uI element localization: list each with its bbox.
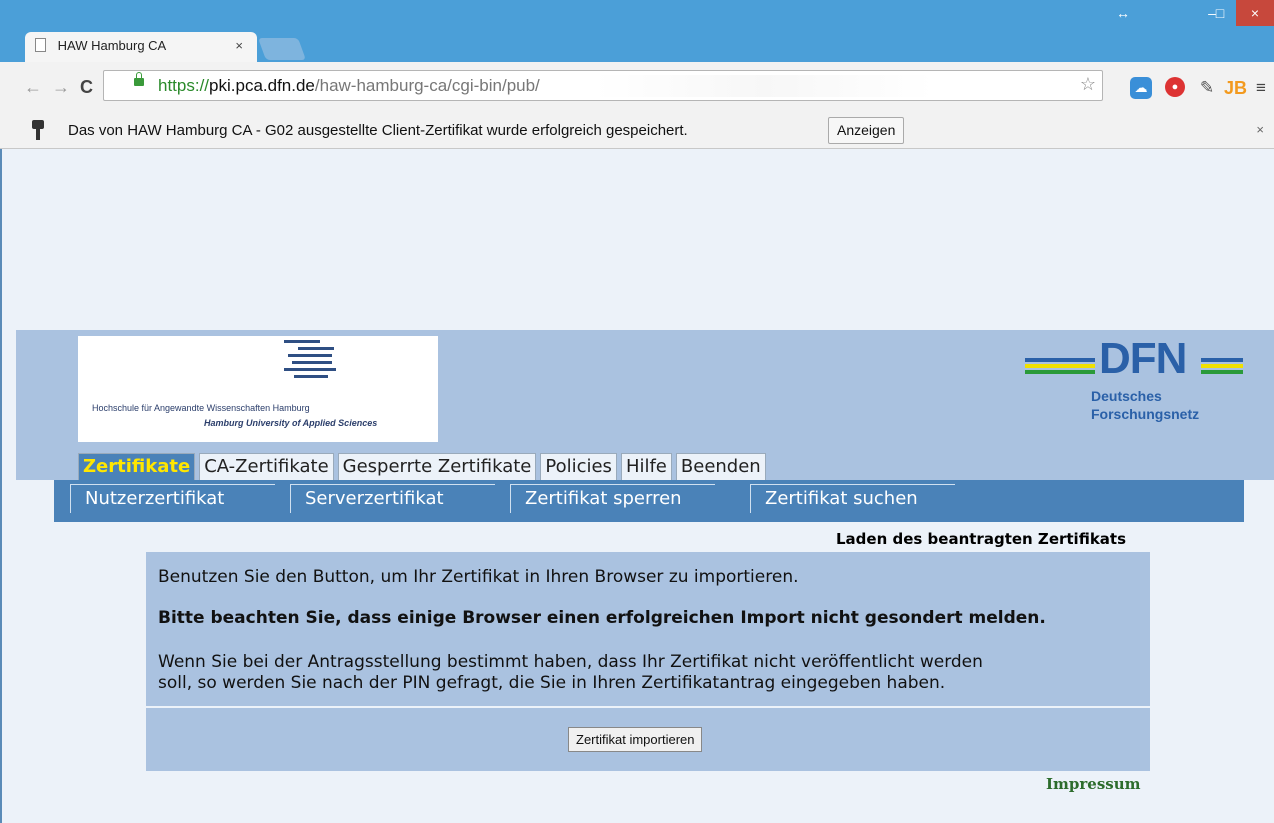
tab-hilfe[interactable]: Hilfe bbox=[620, 453, 672, 480]
main-tabs: Zertifikate CA-Zertifikate Gesperrte Zer… bbox=[78, 453, 770, 480]
dfn-logo: DFN Deutsches Forschungsnetz bbox=[1025, 334, 1245, 430]
subnav-serverzertifikat[interactable]: Serverzertifikat bbox=[290, 484, 495, 513]
tab-close-icon[interactable]: × bbox=[235, 38, 243, 53]
haw-name-de: Hochschule für Angewandte Wissenschaften… bbox=[92, 403, 310, 413]
infobar-close-icon[interactable]: × bbox=[1256, 122, 1264, 137]
haw-name-en: Hamburg University of Applied Sciences bbox=[204, 418, 378, 428]
menu-icon[interactable]: ≡ bbox=[1250, 77, 1272, 99]
haw-logo: Hochschule für Angewandte Wissenschaften… bbox=[78, 336, 438, 442]
key-icon bbox=[32, 120, 44, 140]
info-panel: Benutzen Sie den Button, um Ihr Zertifik… bbox=[146, 552, 1150, 706]
stop-icon[interactable]: ● bbox=[1165, 77, 1185, 97]
maximize-button[interactable]: □ bbox=[1205, 0, 1235, 26]
forward-icon[interactable]: → bbox=[52, 77, 70, 98]
import-certificate-button[interactable]: Zertifikat importieren bbox=[568, 727, 703, 752]
address-bar[interactable]: https://pki.pca.dfn.de/haw-hamburg-ca/cg… bbox=[103, 70, 1103, 101]
pin-note: Wenn Sie bei der Antragsstellung bestimm… bbox=[158, 652, 983, 693]
tab-ca-zertifikate[interactable]: CA-Zertifikate bbox=[199, 453, 334, 480]
bookmark-star-icon[interactable]: ☆ bbox=[1080, 74, 1096, 95]
tab-title: HAW Hamburg CA bbox=[57, 38, 167, 53]
page-icon bbox=[35, 38, 46, 52]
resize-icon[interactable]: ↔ bbox=[1110, 0, 1136, 26]
url-redacted bbox=[594, 75, 934, 97]
browser-tab[interactable]: HAW Hamburg CA × bbox=[25, 32, 257, 62]
url-text: https://pki.pca.dfn.de/haw-hamburg-ca/cg… bbox=[158, 76, 540, 95]
sub-navigation: Nutzerzertifikat Serverzertifikat Zertif… bbox=[54, 480, 1244, 522]
tab-gesperrte-zertifikate[interactable]: Gesperrte Zertifikate bbox=[337, 453, 537, 480]
action-panel: Zertifikat importieren bbox=[146, 708, 1150, 771]
wrench-icon[interactable]: ✎ bbox=[1196, 77, 1218, 99]
jb-icon[interactable]: JB bbox=[1224, 77, 1247, 99]
dfn-wordmark: DFN bbox=[1099, 334, 1187, 383]
tab-beenden[interactable]: Beenden bbox=[675, 453, 766, 480]
subnav-zertifikat-sperren[interactable]: Zertifikat sperren bbox=[510, 484, 715, 513]
tab-policies[interactable]: Policies bbox=[540, 453, 617, 480]
download-infobar: Das von HAW Hamburg CA - G02 ausgestellt… bbox=[0, 112, 1274, 149]
subnav-zertifikat-suchen[interactable]: Zertifikat suchen bbox=[750, 484, 955, 513]
instruction-text: Benutzen Sie den Button, um Ihr Zertifik… bbox=[158, 567, 799, 587]
back-icon[interactable]: ← bbox=[24, 77, 42, 98]
lock-icon bbox=[134, 72, 144, 86]
left-border bbox=[0, 149, 2, 823]
infobar-message: Das von HAW Hamburg CA - G02 ausgestellt… bbox=[68, 122, 688, 139]
dfn-subtitle-2: Forschungsnetz bbox=[1091, 406, 1200, 422]
reload-icon[interactable]: C bbox=[80, 77, 93, 98]
close-window-button[interactable]: × bbox=[1236, 0, 1274, 26]
subnav-nutzerzertifikat[interactable]: Nutzerzertifikat bbox=[70, 484, 275, 513]
browser-toolbar: ← → C https://pki.pca.dfn.de/haw-hamburg… bbox=[0, 62, 1274, 112]
section-title: Laden des beantragten Zertifikats bbox=[836, 530, 1127, 548]
impressum-link[interactable]: Impressum bbox=[1046, 775, 1141, 793]
window-titlebar: HAW Hamburg CA × ↔ – □ × bbox=[0, 0, 1274, 62]
haw-logo-mark bbox=[284, 340, 344, 378]
warning-text: Bitte beachten Sie, dass einige Browser … bbox=[158, 608, 1046, 628]
show-button[interactable]: Anzeigen bbox=[828, 117, 905, 144]
cloud-icon[interactable]: ☁ bbox=[1130, 77, 1152, 99]
new-tab-button[interactable] bbox=[257, 38, 307, 60]
dfn-subtitle-1: Deutsches bbox=[1091, 388, 1162, 404]
tab-zertifikate[interactable]: Zertifikate bbox=[78, 453, 196, 480]
